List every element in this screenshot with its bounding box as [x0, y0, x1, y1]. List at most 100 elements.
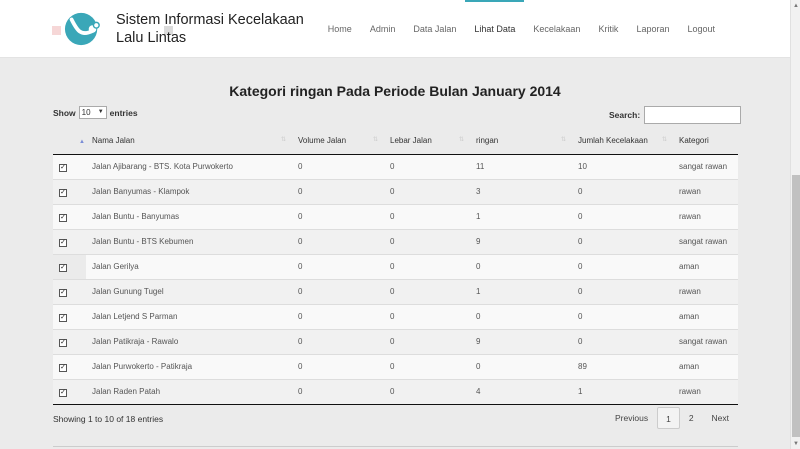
- cell-ringan: 3: [470, 178, 572, 204]
- entries-select[interactable]: 10 ▼: [78, 106, 107, 119]
- cell-volume-jalan: 0: [292, 278, 384, 304]
- cell-jumlah-kecelakaan: 0: [572, 328, 673, 354]
- sort-icon: ⇅: [560, 137, 566, 143]
- row-checkbox[interactable]: ✓: [59, 263, 67, 272]
- cell-lebar-jalan: 0: [384, 203, 470, 229]
- header-ringan[interactable]: ringan ⇅: [470, 127, 572, 155]
- brand-line-1: Sistem Informasi Kecelakaan: [116, 12, 304, 28]
- page-scrollbar[interactable]: ▲ ▼: [790, 0, 800, 449]
- nav-home[interactable]: Home: [319, 0, 361, 58]
- chevron-down-icon: ▼: [97, 109, 104, 115]
- search-input[interactable]: [644, 106, 742, 124]
- logo-icon[interactable]: [64, 10, 102, 48]
- table-row[interactable]: ✓ Jalan Purwokerto - Patikraja 0 0 0 89 aman: [53, 353, 738, 379]
- cell-lebar-jalan: 0: [384, 153, 470, 179]
- nav-logout[interactable]: Logout: [678, 0, 724, 58]
- table-row[interactable]: ✓ Jalan Patikraja - Rawalo 0 0 9 0 sangat rawa…: [53, 328, 738, 354]
- cell-kategori: sangat rawan: [673, 228, 738, 254]
- cell-nama-jalan: Jalan Buntu - BTS Kebumen: [86, 228, 292, 254]
- cell-nama-jalan: Jalan Banyumas - Klampok: [86, 178, 292, 204]
- row-checkbox[interactable]: ✓: [59, 313, 67, 322]
- table-row[interactable]: ✓ Jalan Banyumas - Klampok 0 0 3 0 rawan: [53, 178, 738, 204]
- row-checkbox[interactable]: ✓: [59, 388, 67, 397]
- row-checkbox-cell: ✓: [53, 328, 86, 354]
- cell-jumlah-kecelakaan: 10: [572, 153, 673, 179]
- row-checkbox-cell: ✓: [53, 203, 86, 229]
- header-lebar-jalan[interactable]: Lebar Jalan ⇅: [384, 127, 470, 155]
- table-row[interactable]: ✓ Jalan Gerilya 0 0 0 0 aman: [53, 253, 738, 279]
- nav-kritik[interactable]: Kritik: [589, 0, 627, 58]
- row-checkbox[interactable]: ✓: [59, 338, 67, 347]
- brand-title[interactable]: Sistem Informasi Kecelakaan Lalu Lintas: [116, 11, 304, 47]
- nav-lihat-data[interactable]: Lihat Data: [465, 0, 525, 58]
- row-checkbox-cell: ✓: [53, 303, 86, 329]
- cell-jumlah-kecelakaan: 0: [572, 178, 673, 204]
- nav-kecelakaan[interactable]: Kecelakaan: [524, 0, 589, 58]
- table-row[interactable]: ✓ Jalan Buntu - Banyumas 0 0 1 0 rawan: [53, 203, 738, 229]
- header-check[interactable]: ▲: [53, 127, 86, 155]
- table-row[interactable]: ✓ Jalan Buntu - BTS Kebumen 0 0 9 0 sangat raw…: [53, 228, 738, 254]
- header-nama-jalan[interactable]: Nama Jalan ⇅: [86, 127, 292, 155]
- row-checkbox[interactable]: ✓: [59, 288, 67, 297]
- show-label: Show: [53, 107, 76, 118]
- brand-line-2: Lalu Lintas: [116, 30, 187, 46]
- pagination-previous[interactable]: Previous: [606, 407, 657, 429]
- row-checkbox[interactable]: ✓: [59, 363, 67, 372]
- cell-nama-jalan: Jalan Letjend S Parman: [86, 303, 292, 329]
- table-body: ✓ Jalan Ajibarang - BTS. Kota Purwokerto 0…: [53, 153, 738, 405]
- cell-jumlah-kecelakaan: 0: [572, 278, 673, 304]
- cell-lebar-jalan: 0: [384, 378, 470, 405]
- data-table: ▲ Nama Jalan ⇅ Volume Jalan ⇅ Lebar Jalan ⇅…: [53, 127, 738, 405]
- entries-label: entries: [109, 107, 138, 118]
- header-volume-jalan[interactable]: Volume Jalan ⇅: [292, 127, 384, 155]
- pagination-next[interactable]: Next: [703, 407, 738, 429]
- nav-data-jalan[interactable]: Data Jalan: [404, 0, 465, 58]
- nav-admin[interactable]: Admin: [361, 0, 405, 58]
- cell-nama-jalan: Jalan Buntu - Banyumas: [86, 203, 292, 229]
- cell-ringan: 9: [470, 328, 572, 354]
- pagination-page-1[interactable]: 1: [657, 407, 680, 429]
- cell-kategori: aman: [673, 353, 738, 379]
- cell-kategori: rawan: [673, 178, 738, 204]
- sort-icon: ⇅: [280, 137, 286, 143]
- scrollbar-thumb[interactable]: [792, 175, 800, 437]
- cell-jumlah-kecelakaan: 0: [572, 303, 673, 329]
- header-label: Nama Jalan: [92, 135, 135, 145]
- header-kategori[interactable]: Kategori: [673, 127, 738, 155]
- nav-laporan[interactable]: Laporan: [627, 0, 678, 58]
- cell-kategori: aman: [673, 253, 738, 279]
- table-row[interactable]: ✓ Jalan Ajibarang - BTS. Kota Purwokerto 0…: [53, 153, 738, 179]
- row-checkbox-cell: ✓: [53, 353, 86, 379]
- row-checkbox[interactable]: ✓: [59, 188, 67, 197]
- row-checkbox-cell: ✓: [53, 278, 86, 304]
- sort-icon: ⇅: [661, 137, 667, 143]
- cell-ringan: 0: [470, 303, 572, 329]
- table-row[interactable]: ✓ Jalan Gunung Tugel 0 0 1 0 rawan: [53, 278, 738, 304]
- header-jumlah-kecelakaan[interactable]: Jumlah Kecelakaan ⇅: [572, 127, 673, 155]
- cell-ringan: 4: [470, 378, 572, 405]
- cell-volume-jalan: 0: [292, 303, 384, 329]
- cell-kategori: aman: [673, 303, 738, 329]
- cell-volume-jalan: 0: [292, 228, 384, 254]
- table-row[interactable]: ✓ Jalan Letjend S Parman 0 0 0 0 aman: [53, 303, 738, 329]
- pagination-page-2[interactable]: 2: [680, 407, 703, 429]
- row-checkbox[interactable]: ✓: [59, 163, 67, 172]
- cell-ringan: 1: [470, 278, 572, 304]
- cell-lebar-jalan: 0: [384, 228, 470, 254]
- table-row[interactable]: ✓ Jalan Raden Patah 0 0 4 1 rawan: [53, 378, 738, 405]
- entries-select-value: 10: [81, 108, 91, 117]
- cell-ringan: 9: [470, 228, 572, 254]
- cell-nama-jalan: Jalan Raden Patah: [86, 378, 292, 405]
- pagination: Previous 1 2 Next: [606, 407, 738, 429]
- row-checkbox[interactable]: ✓: [59, 213, 67, 222]
- scroll-up-icon[interactable]: ▲: [793, 3, 799, 9]
- header-label: ringan: [476, 135, 499, 145]
- cell-jumlah-kecelakaan: 0: [572, 203, 673, 229]
- row-checkbox[interactable]: ✓: [59, 238, 67, 247]
- header-label: Kategori: [679, 135, 709, 145]
- scroll-down-icon[interactable]: ▼: [793, 441, 799, 447]
- cell-jumlah-kecelakaan: 0: [572, 253, 673, 279]
- cell-kategori: sangat rawan: [673, 153, 738, 179]
- divider: [53, 446, 738, 447]
- search-area: Search:: [609, 106, 742, 124]
